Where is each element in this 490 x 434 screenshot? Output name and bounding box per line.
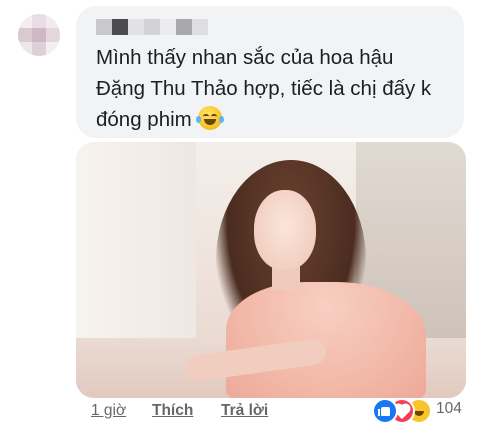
reply-button[interactable]: Trả lời	[221, 402, 268, 420]
like-reaction-icon	[372, 398, 398, 424]
comment-bubble: Mình thấy nhan sắc của hoa hậu Đặng Thu …	[76, 6, 464, 138]
attached-photo[interactable]	[76, 142, 466, 398]
author-name-redacted[interactable]	[96, 16, 208, 38]
avatar[interactable]	[18, 14, 60, 56]
comment-text-content: Mình thấy nhan sắc của hoa hậu Đặng Thu …	[96, 46, 432, 131]
comment-text: Mình thấy nhan sắc của hoa hậu Đặng Thu …	[96, 42, 446, 135]
timestamp-link[interactable]: 1 giờ	[91, 402, 126, 420]
reaction-count: 104	[436, 400, 462, 417]
laugh-cry-emoji-icon	[195, 106, 224, 130]
like-button[interactable]: Thích	[152, 402, 193, 420]
